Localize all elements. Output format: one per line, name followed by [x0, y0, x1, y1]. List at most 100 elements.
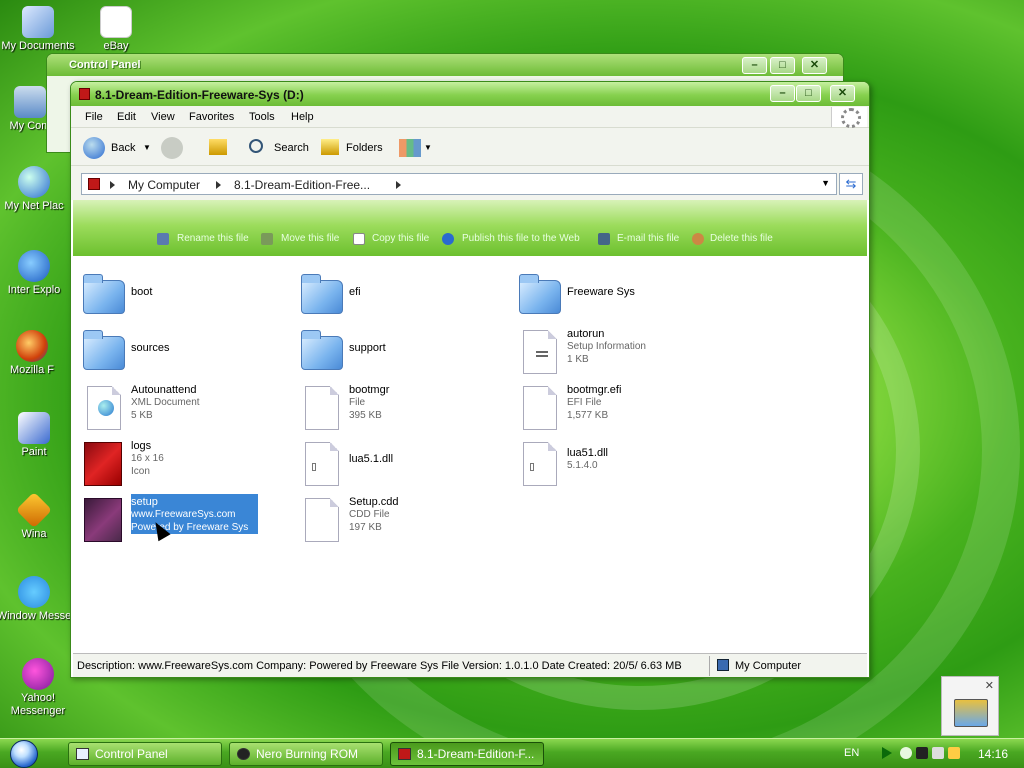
address-input[interactable]: My Computer 8.1-Dream-Edition-Free... ▼ — [81, 173, 837, 195]
breadcrumb-my-computer[interactable]: My Computer — [128, 178, 200, 192]
file-item-setup[interactable]: setup www.FreewareSys.com Powered by Fre… — [81, 494, 291, 544]
desktop-icon-ebay[interactable]: eBay — [76, 6, 156, 53]
maximize-button[interactable]: □ — [770, 57, 795, 74]
language-indicator[interactable]: EN — [844, 747, 859, 759]
close-button[interactable]: ✕ — [830, 85, 855, 102]
file-item-boot[interactable]: boot — [81, 270, 291, 320]
file-type: XML Document — [131, 397, 200, 408]
dll-file-icon — [517, 440, 563, 486]
file-item-autounattend[interactable]: Autounattend XML Document 5 KB — [81, 382, 291, 432]
file-size: 1 KB — [567, 354, 589, 365]
desktop-icon-mozilla-firefox[interactable]: Mozilla F — [0, 330, 72, 377]
refresh-button[interactable]: ⇆ — [839, 173, 863, 195]
forward-button[interactable] — [161, 136, 187, 160]
file-tasks-bar: Rename this file Move this file Copy thi… — [73, 200, 867, 256]
file-name: lua5.1.dll — [349, 453, 394, 465]
explorer-window[interactable]: 8.1-Dream-Edition-Freeware-Sys (D:) – □ … — [70, 81, 870, 678]
file-type: EFI File — [567, 397, 602, 408]
desktop-icon-my-documents[interactable]: My Documents — [0, 6, 78, 53]
menu-tools[interactable]: Tools — [249, 111, 275, 123]
views-icon — [399, 139, 421, 157]
desktop-icon-yahoo-messenger[interactable]: Yahoo! Messenger — [0, 658, 78, 718]
file-item-bootmgr-efi[interactable]: bootmgr.efi EFI File 1,577 KB — [517, 382, 727, 432]
system-tray: EN 14:16 — [838, 739, 1024, 768]
desktop-icon-network-places[interactable]: My Net Plac — [0, 166, 74, 213]
folders-button[interactable]: Folders — [321, 136, 391, 160]
file-list: boot efi Freeware Sys sources support au… — [73, 256, 867, 653]
move-file-link[interactable]: Move this file — [281, 233, 339, 244]
file-item-autorun[interactable]: autorun Setup Information 1 KB — [517, 326, 727, 376]
file-size: 5 KB — [131, 410, 153, 421]
menu-help[interactable]: Help — [291, 111, 314, 123]
winamp-icon — [15, 491, 53, 529]
desktop-icon-label: Paint — [21, 446, 47, 458]
toolbar: Back ▼ Search Folders ▼ — [71, 128, 869, 166]
file-item-setup-cdd[interactable]: Setup.cdd CDD File 197 KB — [299, 494, 509, 544]
back-button[interactable]: Back ▼ — [83, 136, 151, 160]
desktop-icon-paint[interactable]: Paint — [0, 412, 74, 459]
maximize-button[interactable]: □ — [796, 85, 821, 102]
title-bar[interactable]: 8.1-Dream-Edition-Freeware-Sys (D:) – □ … — [71, 82, 869, 106]
close-icon[interactable]: ✕ — [985, 679, 994, 692]
minimize-button[interactable]: – — [742, 57, 767, 74]
tray-app-icon[interactable] — [900, 747, 912, 759]
file-name: Setup.cdd — [349, 496, 399, 508]
file-item-freeware-sys[interactable]: Freeware Sys — [517, 270, 727, 320]
clock[interactable]: 14:16 — [978, 747, 1008, 761]
security-icon[interactable] — [948, 747, 960, 759]
up-folder-button[interactable] — [207, 136, 233, 160]
address-bar: My Computer 8.1-Dream-Edition-Free... ▼ … — [71, 166, 869, 200]
file-name: sources — [131, 342, 170, 354]
rename-file-link[interactable]: Rename this file — [177, 233, 249, 244]
desktop-icon-windows-messenger[interactable]: Window Messe — [0, 576, 74, 623]
file-item-logs[interactable]: logs 16 x 16 Icon — [81, 438, 291, 488]
start-button[interactable] — [0, 739, 62, 768]
search-label: Search — [274, 142, 309, 154]
cart-widget[interactable]: ✕ — [941, 676, 999, 736]
desktop-icon-winamp[interactable]: Wina — [0, 491, 74, 541]
play-icon[interactable] — [882, 747, 892, 759]
file-size: 395 KB — [349, 410, 382, 421]
file-dimensions: 16 x 16 — [131, 453, 164, 464]
task-nero-burning-rom[interactable]: Nero Burning ROM — [229, 742, 383, 766]
minimize-button[interactable]: – — [770, 85, 795, 102]
address-dropdown-icon[interactable]: ▼ — [821, 178, 830, 188]
file-item-lua5-1-dll[interactable]: lua5.1.dll — [299, 438, 509, 488]
menu-view[interactable]: View — [151, 111, 175, 123]
task-control-panel[interactable]: Control Panel — [68, 742, 222, 766]
file-name: autorun — [567, 328, 605, 340]
file-item-bootmgr[interactable]: bootmgr File 395 KB — [299, 382, 509, 432]
folder-icon — [81, 328, 127, 374]
my-documents-icon — [22, 6, 54, 38]
status-divider — [709, 656, 710, 676]
copy-file-link[interactable]: Copy this file — [372, 233, 429, 244]
menu-favorites[interactable]: Favorites — [189, 111, 234, 123]
breadcrumb-drive[interactable]: 8.1-Dream-Edition-Free... — [234, 178, 370, 192]
desktop-icon-label: Wina — [21, 528, 47, 540]
menu-edit[interactable]: Edit — [117, 111, 136, 123]
file-item-support[interactable]: support — [299, 326, 509, 376]
tray-tool-icon[interactable] — [932, 747, 944, 759]
network-icon[interactable] — [916, 747, 928, 759]
file-item-efi[interactable]: efi — [299, 270, 509, 320]
folders-icon — [321, 139, 339, 155]
copy-icon — [353, 233, 365, 245]
menu-file[interactable]: File — [85, 111, 103, 123]
task-explorer-drive[interactable]: 8.1-Dream-Edition-F... — [390, 742, 544, 766]
file-type: Setup Information — [567, 341, 646, 352]
close-button[interactable]: ✕ — [802, 57, 827, 74]
dll-file-icon — [299, 440, 345, 486]
desktop-icon-internet-explorer[interactable]: Inter Explo — [0, 250, 74, 297]
views-button[interactable]: ▼ — [399, 136, 433, 160]
file-name: lua51.dll — [567, 447, 608, 459]
delete-file-link[interactable]: Delete this file — [710, 233, 773, 244]
publish-file-link[interactable]: Publish this file to the Web — [462, 233, 580, 244]
folder-icon — [81, 272, 127, 318]
file-name: bootmgr — [349, 384, 390, 396]
email-file-link[interactable]: E-mail this file — [617, 233, 679, 244]
file-item-sources[interactable]: sources — [81, 326, 291, 376]
file-item-lua51-dll[interactable]: lua51.dll 5.1.4.0 — [517, 438, 727, 488]
desktop-icon-label: Yahoo! Messenger — [10, 692, 66, 717]
search-button[interactable]: Search — [247, 136, 315, 160]
title-bar[interactable]: Control Panel – □ ✕ — [47, 54, 843, 76]
